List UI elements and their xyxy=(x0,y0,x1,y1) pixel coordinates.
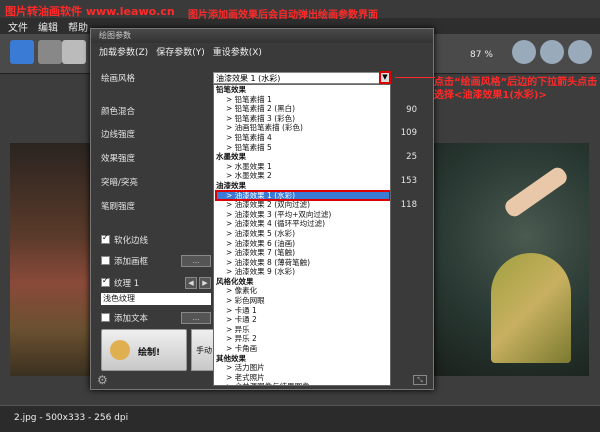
source-photo xyxy=(10,143,100,376)
soft-edge-label: 软化边线 xyxy=(114,236,149,246)
palette-icon xyxy=(110,340,130,360)
dropdown-item[interactable]: > 油漆效果 8 (薄荷笔触) xyxy=(216,258,390,268)
texture-label: 纹理 1 xyxy=(114,279,140,289)
next-icon[interactable]: ▶ xyxy=(199,277,211,289)
print-icon[interactable] xyxy=(62,40,86,64)
texture-checkbox[interactable] xyxy=(101,276,110,287)
frame-browse-button[interactable]: ... xyxy=(181,255,211,267)
save-icon[interactable] xyxy=(38,40,62,64)
zoom-level: 87 % xyxy=(470,50,493,60)
annotation-dialog: 图片添加画效果后会自动弹出绘画参数界面 xyxy=(188,10,378,21)
dropdown-item[interactable]: > 异乐 xyxy=(216,325,390,335)
style-dropdown-list: 铅笔效果 > 铅笔素描 1 > 铅笔素描 2 (黑白) > 铅笔素描 3 (彩色) > … xyxy=(213,84,391,386)
dropdown-item[interactable]: > 像素化 xyxy=(216,286,390,296)
param-label: 颜色混合 xyxy=(101,107,136,117)
dropdown-item[interactable]: > 卡通 1 xyxy=(216,306,390,316)
annotation-arrow xyxy=(395,77,435,78)
dropdown-item[interactable]: > 油漆效果 7 (笔触) xyxy=(216,248,390,258)
dropdown-item[interactable]: > 油漆效果 9 (水彩) xyxy=(216,267,390,277)
dropdown-group: 其他效果 xyxy=(216,353,246,363)
dropdown-item[interactable]: > 水墨效果 2 xyxy=(216,171,390,181)
frame-label: 添加画框 xyxy=(114,257,149,267)
dropdown-item[interactable]: > 卡角画 xyxy=(216,344,390,354)
dropdown-item[interactable]: > 彩色网眼 xyxy=(216,296,390,306)
dropdown-item[interactable]: > 异乐 2 xyxy=(216,334,390,344)
gear-icon[interactable]: ⚙ xyxy=(97,373,108,387)
texture-select[interactable]: 浅色纹理 xyxy=(101,293,211,305)
text-browse-button[interactable]: ... xyxy=(181,312,211,324)
dropdown-group: 油漆效果 xyxy=(216,180,246,190)
dialog-menu: 加载参数(Z) 保存参数(Y) 重设参数(X) xyxy=(91,43,433,59)
style-select[interactable]: 油漆效果 1 (水彩) xyxy=(213,72,385,84)
dropdown-item[interactable]: > 铅笔素描 3 (彩色) xyxy=(216,114,390,124)
text-label: 添加文本 xyxy=(114,314,149,324)
dropdown-item[interactable]: > 活力图片 xyxy=(216,363,390,373)
draw-label: 绘制! xyxy=(138,348,161,358)
dropdown-item[interactable]: > 油漆效果 6 (油画) xyxy=(216,239,390,249)
dropdown-item[interactable]: > 油画铅笔素描 (彩色) xyxy=(216,123,390,133)
annotation-title: 图片转油画软件 www.leawo.cn xyxy=(5,5,175,18)
param-value: 25 xyxy=(406,152,417,162)
menu-edit[interactable]: 编辑 xyxy=(38,19,58,34)
load-params[interactable]: 加载参数(Z) xyxy=(99,45,148,58)
dialog-title: 绘图参数 xyxy=(91,29,433,43)
style-label: 绘画风格 xyxy=(101,74,136,84)
menu-help[interactable]: 帮助 xyxy=(68,19,88,34)
frame-checkbox[interactable] xyxy=(101,256,110,265)
param-label: 边线强度 xyxy=(101,130,136,140)
menu-file[interactable]: 文件 xyxy=(8,19,28,34)
zoom-in-icon[interactable] xyxy=(512,40,536,64)
result-photo xyxy=(431,143,589,376)
dropdown-item[interactable]: > 油漆效果 4 (循环平均过滤) xyxy=(216,219,390,229)
dropdown-item[interactable]: > 铅笔素描 4 xyxy=(216,133,390,143)
prev-icon[interactable]: ◀ xyxy=(185,277,197,289)
dropdown-item[interactable]: > 老式照片 xyxy=(216,373,390,383)
dropdown-item[interactable]: > 油漆效果 1 (水彩) xyxy=(215,189,390,202)
param-value: 153 xyxy=(400,176,417,186)
dropdown-item[interactable]: > 铅笔素描 1 xyxy=(216,95,390,105)
status-text: 2.jpg - 500x333 - 256 dpi xyxy=(14,413,129,423)
param-label: 突暗/突亮 xyxy=(101,178,138,188)
dropdown-item[interactable]: > 铅笔素描 5 xyxy=(216,143,390,153)
dropdown-item[interactable]: > 合并源图像与结果图像 xyxy=(216,382,390,385)
dropdown-group: 铅笔效果 xyxy=(216,85,246,94)
save-params[interactable]: 保存参数(Y) xyxy=(156,45,205,58)
resize-icon[interactable]: ⤡ xyxy=(413,375,427,385)
draw-button[interactable]: 绘制! xyxy=(101,329,187,371)
status-bar: 2.jpg - 500x333 - 256 dpi xyxy=(0,405,600,432)
soft-edge-checkbox[interactable] xyxy=(101,233,110,244)
param-label: 笔刷强度 xyxy=(101,202,136,212)
open-icon[interactable] xyxy=(10,40,34,64)
zoom-out-icon[interactable] xyxy=(540,40,564,64)
text-checkbox[interactable] xyxy=(101,313,110,322)
param-label: 效果强度 xyxy=(101,154,136,164)
param-value: 118 xyxy=(400,200,417,210)
zoom-fit-icon[interactable] xyxy=(568,40,592,64)
annotation-instruction: 点击“绘画风格”后边的下拉箭头点击选择<油漆效果1(水彩)> xyxy=(434,77,598,101)
dropdown-item[interactable]: > 油漆效果 2 (双向过滤) xyxy=(216,200,390,210)
dropdown-item[interactable]: > 油漆效果 5 (水彩) xyxy=(216,229,390,239)
dropdown-arrow-icon[interactable]: ▼ xyxy=(379,71,391,84)
dropdown-item[interactable]: > 油漆效果 3 (平均+双向过滤) xyxy=(216,210,390,220)
dropdown-item[interactable]: > 卡通 2 xyxy=(216,315,390,325)
drawing-params-dialog: 绘图参数 加载参数(Z) 保存参数(Y) 重设参数(X) 绘画风格 油漆效果 1… xyxy=(90,28,434,390)
dropdown-item[interactable]: > 水墨效果 1 xyxy=(216,162,390,172)
param-value: 90 xyxy=(406,105,417,115)
reset-params[interactable]: 重设参数(X) xyxy=(213,45,262,58)
dropdown-group: 水墨效果 xyxy=(216,152,246,162)
param-value: 109 xyxy=(400,128,417,138)
manual-button[interactable]: 手动 xyxy=(191,329,215,371)
dropdown-item[interactable]: > 铅笔素描 2 (黑白) xyxy=(216,104,390,114)
